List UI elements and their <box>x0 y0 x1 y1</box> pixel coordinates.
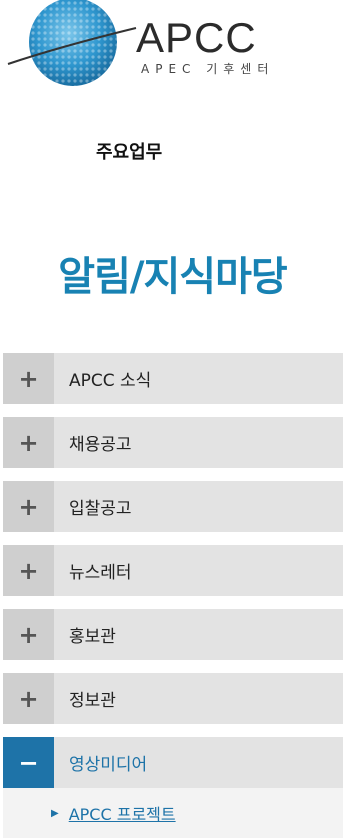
menu-item-label: 입찰공고 <box>69 499 132 519</box>
submenu-item: ▶ APCC 프로젝트 <box>3 788 343 838</box>
logo-subtitle: APEC 기후센터 <box>141 62 275 76</box>
menu-item-label: 정보관 <box>69 691 116 711</box>
site-logo[interactable]: APCC APEC 기후센터 <box>0 0 345 100</box>
minus-icon[interactable]: − <box>3 737 54 788</box>
menu-item-label: 채용공고 <box>69 435 132 455</box>
menu-item-label: 홍보관 <box>69 627 116 647</box>
menu-item-label: 영상미디어 <box>69 755 148 775</box>
plus-icon[interactable]: + <box>3 673 54 724</box>
plus-icon[interactable]: + <box>3 545 54 596</box>
menu-item-apcc-news[interactable]: + APCC 소식 <box>3 353 343 404</box>
plus-icon[interactable]: + <box>3 417 54 468</box>
menu-item-label: APCC 소식 <box>69 371 152 391</box>
menu-item-pr-hall[interactable]: + 홍보관 <box>3 609 343 660</box>
plus-icon[interactable]: + <box>3 353 54 404</box>
main-nav-item[interactable]: 주요업무 <box>96 138 162 164</box>
menu-item-info-hall[interactable]: + 정보관 <box>3 673 343 724</box>
caret-right-icon: ▶ <box>51 807 59 819</box>
side-menu: + APCC 소식 + 채용공고 + 입찰공고 + 뉴스레터 + 홍보관 + 정… <box>3 353 343 838</box>
plus-icon[interactable]: + <box>3 481 54 532</box>
globe-logo-icon <box>7 0 137 86</box>
menu-item-newsletter[interactable]: + 뉴스레터 <box>3 545 343 596</box>
menu-item-bidding[interactable]: + 입찰공고 <box>3 481 343 532</box>
logo-wordmark: APCC <box>136 14 257 61</box>
menu-item-recruitment[interactable]: + 채용공고 <box>3 417 343 468</box>
section-title: 알림/지식마당 <box>58 254 287 300</box>
menu-item-video-media[interactable]: − 영상미디어 <box>3 737 343 788</box>
submenu-link-apcc-project[interactable]: APCC 프로젝트 <box>69 801 176 825</box>
plus-icon[interactable]: + <box>3 609 54 660</box>
menu-item-label: 뉴스레터 <box>69 563 132 583</box>
